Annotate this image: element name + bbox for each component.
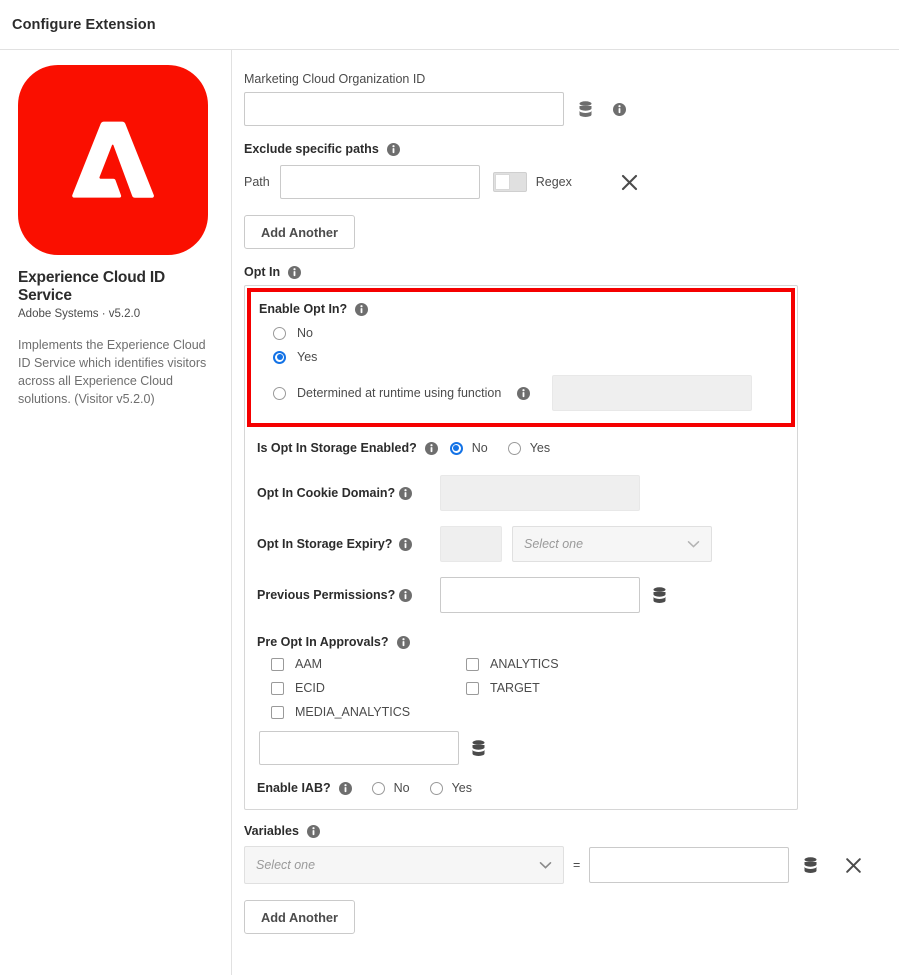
checkbox-icon[interactable] (271, 705, 284, 719)
equals-sign: = (573, 858, 581, 872)
checkbox-item-ecid[interactable]: ECID (271, 681, 466, 695)
checkbox-icon[interactable] (271, 657, 284, 671)
path-label: Path (244, 175, 270, 189)
close-icon[interactable] (844, 856, 863, 875)
cookie-domain-input[interactable] (440, 475, 640, 511)
chevron-down-icon (687, 540, 700, 549)
configuration-form: Marketing Cloud Organization ID Exclude … (232, 50, 899, 975)
enable-opt-in-highlight: Enable Opt In? No Yes Determined at runt… (247, 288, 795, 427)
info-icon[interactable] (613, 102, 626, 116)
checkbox-item-aam[interactable]: AAM (271, 657, 466, 671)
checkbox-item-analytics[interactable]: ANALYTICS (466, 657, 559, 671)
radio-icon[interactable] (273, 326, 286, 340)
enable-iab-radio-no[interactable] (371, 781, 385, 795)
opt-in-panel: Enable Opt In? No Yes Determined at runt… (244, 285, 798, 810)
checkbox-label: MEDIA_ANALYTICS (295, 705, 411, 719)
exclude-paths-label: Exclude specific paths (244, 142, 379, 156)
database-icon[interactable] (652, 586, 667, 604)
info-icon[interactable] (338, 781, 352, 795)
regex-label: Regex (535, 175, 572, 189)
radio-icon[interactable] (273, 350, 286, 364)
org-id-input[interactable] (244, 92, 564, 126)
opt-in-label: Opt In (244, 265, 281, 279)
add-another-variable-button[interactable]: Add Another (244, 900, 356, 934)
enable-opt-in-label: Enable Opt In? (259, 302, 348, 316)
checkbox-icon[interactable] (271, 681, 284, 695)
checkbox-icon[interactable] (466, 681, 479, 695)
option-label: No (471, 441, 488, 455)
extension-publisher-version: Adobe Systems · v5.2.0 (18, 308, 141, 320)
storage-expiry-label: Opt In Storage Expiry? (257, 537, 393, 551)
storage-enabled-radio-yes[interactable] (507, 441, 521, 455)
opt-in-storage-enabled-label: Is Opt In Storage Enabled? (257, 441, 417, 455)
regex-toggle[interactable] (492, 172, 527, 192)
select-value: Select one (524, 537, 584, 551)
window-header: Configure Extension (0, 0, 899, 50)
option-label: Determined at runtime using function (297, 386, 502, 400)
info-icon[interactable] (399, 486, 412, 500)
info-icon[interactable] (517, 386, 531, 400)
previous-permissions-input[interactable] (440, 577, 640, 613)
checkbox-label: ANALYTICS (490, 657, 559, 671)
info-icon[interactable] (288, 265, 302, 279)
enable-iab-radio-yes[interactable] (429, 781, 443, 795)
runtime-function-input[interactable] (552, 375, 753, 411)
org-id-label: Marketing Cloud Organization ID (244, 72, 426, 86)
checkbox-icon[interactable] (466, 657, 479, 671)
add-another-path-button[interactable]: Add Another (244, 215, 356, 249)
chevron-down-icon (539, 861, 552, 870)
variables-select[interactable]: Select one (244, 846, 564, 884)
storage-enabled-radio-no[interactable] (449, 441, 463, 455)
checkbox-label: ECID (295, 681, 325, 695)
path-input[interactable] (279, 165, 480, 199)
info-icon[interactable] (399, 537, 412, 551)
variables-value-input[interactable] (589, 847, 790, 883)
cookie-domain-label: Opt In Cookie Domain? (257, 486, 396, 500)
enable-opt-in-option-no[interactable]: No (259, 326, 781, 340)
storage-expiry-unit-select[interactable]: Select one (512, 526, 712, 562)
option-label: No (393, 781, 410, 795)
variables-label: Variables (244, 824, 299, 838)
extension-description: Implements the Experience Cloud ID Servi… (18, 338, 207, 407)
checkbox-label: AAM (295, 657, 323, 671)
previous-permissions-label: Previous Permissions? (257, 588, 396, 602)
extension-sidebar: Experience Cloud ID Service Adobe System… (0, 50, 232, 975)
database-icon[interactable] (578, 100, 593, 118)
adobe-logo-icon (18, 65, 208, 255)
info-icon[interactable] (355, 302, 369, 316)
select-value: Select one (256, 858, 316, 872)
checkbox-item-target[interactable]: TARGET (466, 681, 540, 695)
enable-opt-in-option-runtime[interactable]: Determined at runtime using function (259, 375, 781, 411)
info-icon[interactable] (386, 142, 400, 156)
option-label: No (297, 326, 313, 340)
database-icon[interactable] (471, 739, 486, 757)
close-icon[interactable] (620, 173, 639, 192)
enable-iab-label: Enable IAB? (257, 781, 331, 795)
pre-approvals-label: Pre Opt In Approvals? (257, 635, 389, 649)
page-body: Experience Cloud ID Service Adobe System… (0, 50, 899, 975)
checkbox-item-media-analytics[interactable]: MEDIA_ANALYTICS (271, 705, 797, 719)
option-label: Yes (451, 781, 473, 795)
extension-name: Experience Cloud ID Service (18, 269, 165, 304)
radio-icon[interactable] (273, 386, 286, 400)
pre-approvals-input[interactable] (259, 731, 459, 765)
option-label: Yes (297, 350, 318, 364)
storage-expiry-input[interactable] (440, 526, 502, 562)
enable-opt-in-option-yes[interactable]: Yes (259, 350, 781, 364)
info-icon[interactable] (424, 441, 438, 455)
info-icon[interactable] (399, 588, 412, 602)
option-label: Yes (529, 441, 551, 455)
info-icon[interactable] (306, 824, 320, 838)
database-icon[interactable] (803, 856, 818, 874)
info-icon[interactable] (396, 635, 410, 649)
checkbox-label: TARGET (490, 681, 540, 695)
page-title: Configure Extension (12, 16, 156, 33)
